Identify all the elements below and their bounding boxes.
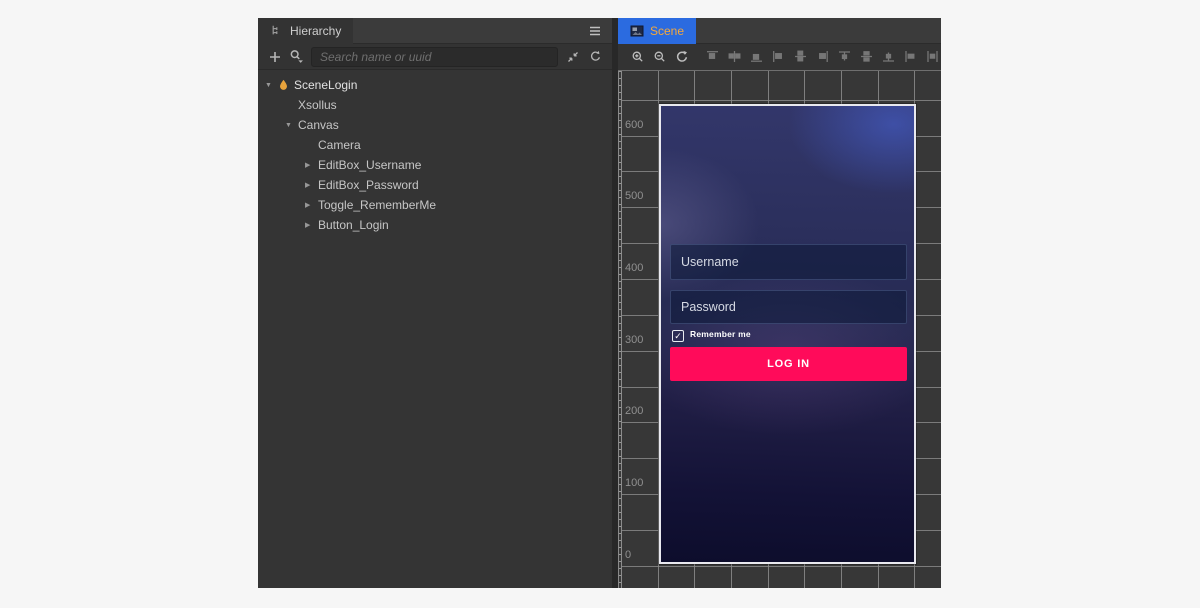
distribute-vcenter-icon <box>860 50 874 64</box>
caret-right-icon[interactable]: ▶ <box>305 201 318 209</box>
zoom-in-icon[interactable] <box>631 50 645 64</box>
grid-line-horizontal <box>622 100 941 101</box>
hierarchy-panel: Hierarchy ▼SceneLoginXsollus▼CanvasCamer… <box>258 18 612 588</box>
add-icon[interactable] <box>267 49 282 64</box>
caret-right-icon[interactable]: ▶ <box>305 181 318 189</box>
search-filter-icon[interactable] <box>289 49 304 64</box>
tree-item-Xsollus[interactable]: Xsollus <box>258 95 612 115</box>
hierarchy-tree-icon <box>270 24 284 38</box>
caret-down-icon[interactable]: ▼ <box>285 122 298 129</box>
align-hcenter-icon <box>794 50 808 64</box>
grid-line-horizontal <box>622 566 941 567</box>
login-button[interactable]: LOG IN <box>670 347 907 381</box>
tree-item-EditBox_Username[interactable]: ▶EditBox_Username <box>258 155 612 175</box>
tree-item-EditBox_Password[interactable]: ▶EditBox_Password <box>258 175 612 195</box>
grid-line-vertical <box>621 71 622 588</box>
tree-item-Camera[interactable]: Camera <box>258 135 612 155</box>
tree-item-label: Camera <box>318 138 361 152</box>
align-top-icon <box>706 50 720 64</box>
hierarchy-toolbar-left-icons <box>267 49 304 64</box>
tree-item-label: EditBox_Password <box>318 178 419 192</box>
align-bottom-icon <box>750 50 764 64</box>
tree-item-label: SceneLogin <box>294 78 357 92</box>
scene-grid: 600 500 400 300 200 100 0 Username Password ✓ … <box>618 70 941 588</box>
panel-menu-icon[interactable] <box>588 24 602 38</box>
tree-item-Button_Login[interactable]: ▶Button_Login <box>258 215 612 235</box>
password-input[interactable]: Password <box>670 290 907 324</box>
align-right-icon <box>816 50 830 64</box>
ruler-label: 300 <box>625 334 643 347</box>
caret-down-icon[interactable]: ▼ <box>265 82 278 89</box>
tree-item-Toggle_RememberMe[interactable]: ▶Toggle_RememberMe <box>258 195 612 215</box>
tree-item-Canvas[interactable]: ▼Canvas <box>258 115 612 135</box>
distribute-top-icon <box>838 50 852 64</box>
remember-me-label: Remember me <box>690 329 751 339</box>
tree-item-label: Button_Login <box>318 218 389 232</box>
scene-panel: Scene 600 500 400 300 200 100 0 Username Passw… <box>618 18 941 588</box>
ruler-label: 400 <box>625 262 643 275</box>
remember-me-checkbox[interactable]: ✓ <box>672 330 684 342</box>
collapse-all-icon[interactable] <box>565 49 580 64</box>
editor-window: Hierarchy ▼SceneLoginXsollus▼CanvasCamer… <box>258 18 941 588</box>
hierarchy-tab-label: Hierarchy <box>290 24 341 38</box>
tab-scene[interactable]: Scene <box>618 18 696 44</box>
distribute-bottom-icon <box>882 50 896 64</box>
scene-toolbar <box>618 44 941 70</box>
scene-tabbar: Scene <box>618 18 941 44</box>
tree-item-label: Canvas <box>298 118 339 132</box>
tab-hierarchy[interactable]: Hierarchy <box>258 18 353 44</box>
align-vcenter-icon <box>728 50 742 64</box>
hierarchy-tree: ▼SceneLoginXsollus▼CanvasCamera▶EditBox_… <box>258 70 612 588</box>
search-input[interactable] <box>311 47 558 67</box>
ruler-label: 600 <box>625 119 643 132</box>
align-left-icon <box>772 50 786 64</box>
hierarchy-tabbar: Hierarchy <box>258 18 612 44</box>
tree-item-SceneLogin[interactable]: ▼ SceneLogin <box>258 75 612 95</box>
reset-view-icon[interactable] <box>675 50 689 64</box>
hierarchy-toolbar <box>258 44 612 70</box>
scene-image-icon <box>630 24 644 38</box>
zoom-out-icon[interactable] <box>653 50 667 64</box>
ruler-label: 100 <box>625 477 643 490</box>
distribute-left-icon <box>904 50 918 64</box>
hierarchy-toolbar-right-icons <box>565 49 603 64</box>
ruler-label: 200 <box>625 405 643 418</box>
scene-canvas-viewport[interactable]: Username Password ✓ Remember me LOG IN <box>659 104 916 564</box>
username-input[interactable]: Username <box>670 244 907 280</box>
scene-tab-label: Scene <box>650 24 684 38</box>
ruler-label: 500 <box>625 190 643 203</box>
tree-item-label: Toggle_RememberMe <box>318 198 436 212</box>
caret-right-icon[interactable]: ▶ <box>305 161 318 169</box>
refresh-icon[interactable] <box>588 49 603 64</box>
distribute-hcenter-icon <box>926 50 940 64</box>
tree-item-label: Xsollus <box>298 98 337 112</box>
tree-item-label: EditBox_Username <box>318 158 421 172</box>
scene-flame-icon <box>278 79 294 92</box>
ruler-label: 0 <box>625 549 631 562</box>
caret-right-icon[interactable]: ▶ <box>305 221 318 229</box>
